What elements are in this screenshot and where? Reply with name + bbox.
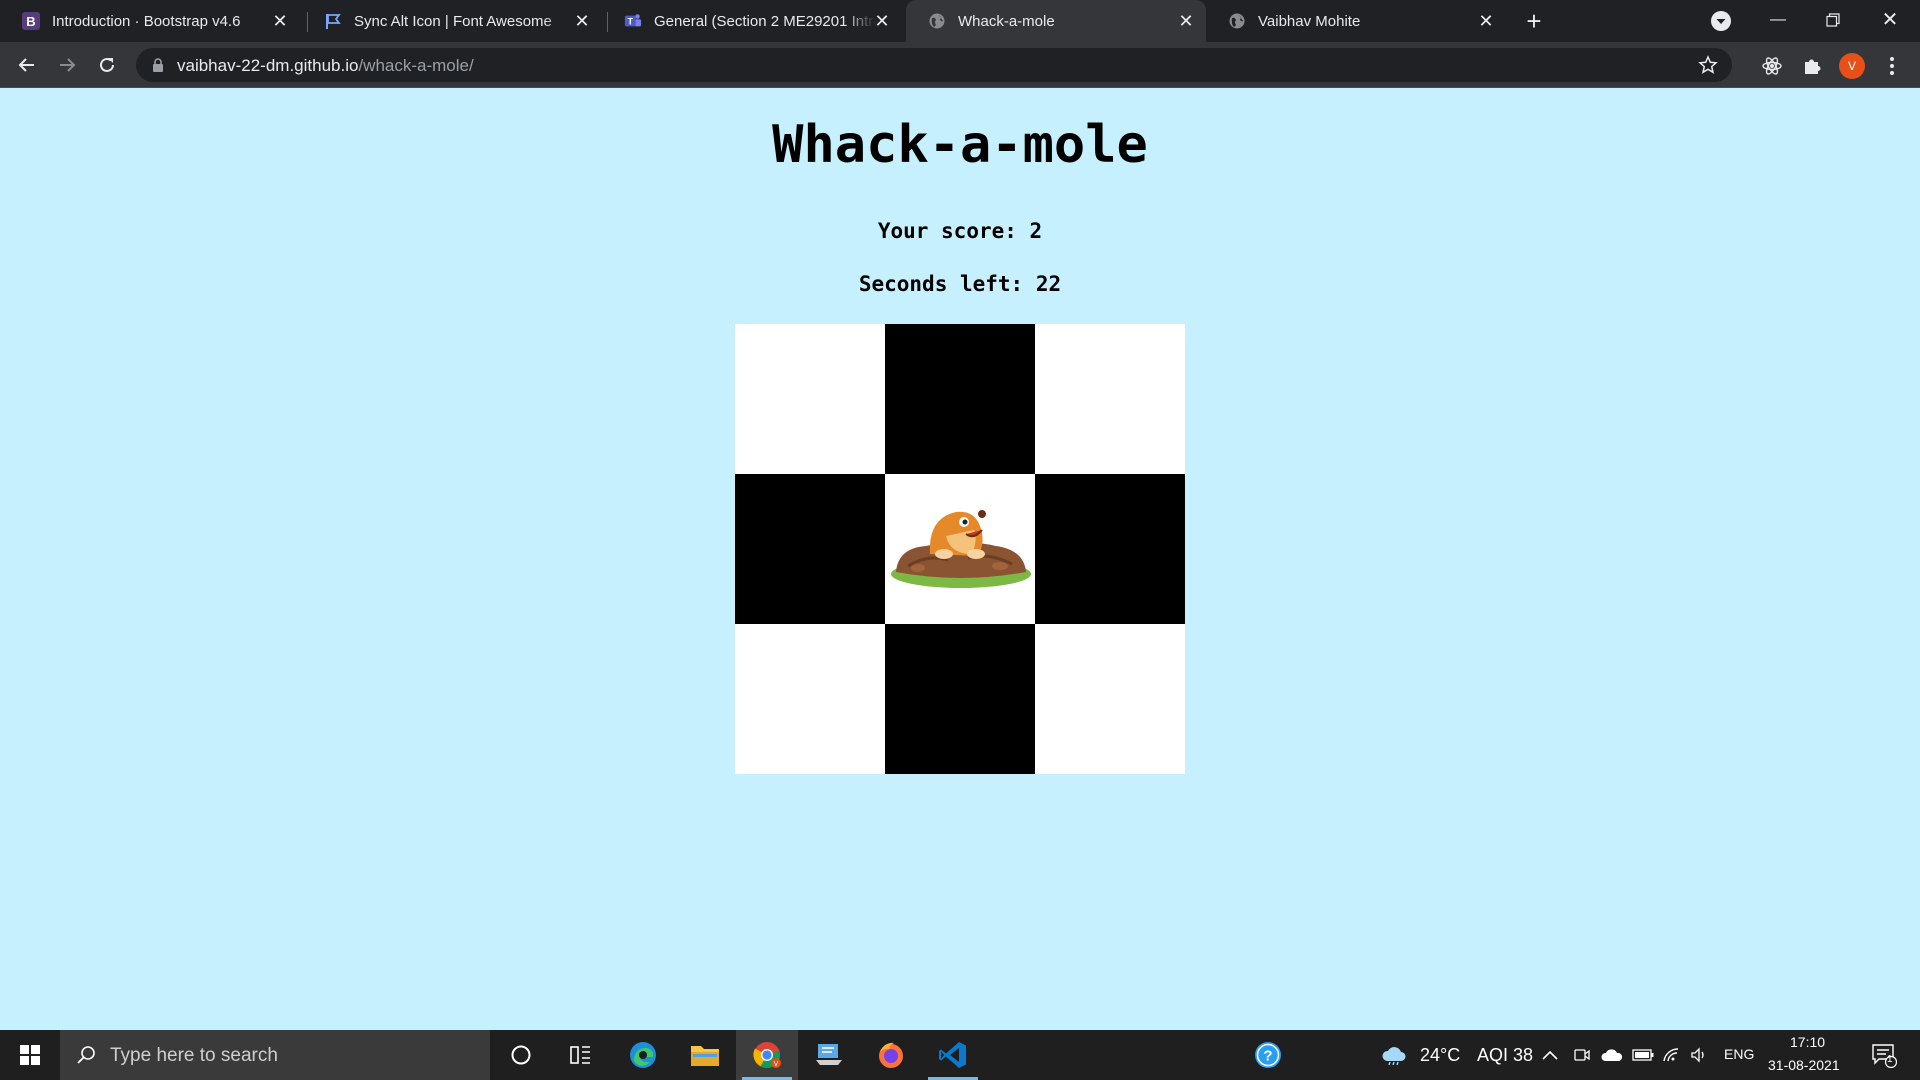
browser-toolbar: vaibhav-22-dm.github.io/whack-a-mole/: [0, 42, 1920, 88]
bootstrap-icon: B: [22, 12, 40, 30]
clock-date[interactable]: 31-08-2021: [1768, 1057, 1840, 1073]
weather-aqi[interactable]: AQI 38: [1477, 1045, 1533, 1066]
edge-icon[interactable]: [612, 1030, 674, 1080]
tab-teams[interactable]: T General (Section 2 ME29201 Intro ✕: [602, 0, 902, 42]
back-icon[interactable]: [13, 51, 41, 79]
wifi-icon[interactable]: [1661, 1045, 1681, 1065]
grid-square-9[interactable]: [1035, 624, 1185, 774]
react-devtools-icon[interactable]: [1761, 55, 1783, 77]
battery-icon[interactable]: [1631, 1045, 1655, 1065]
grid-square-2[interactable]: [885, 324, 1035, 474]
file-explorer-icon[interactable]: [674, 1030, 736, 1080]
tab-title: Vaibhav Mohite: [1258, 12, 1361, 30]
notification-count: 1: [1887, 1054, 1893, 1065]
weather-cloud-icon[interactable]: [1381, 1045, 1407, 1065]
grid-square-3[interactable]: [1035, 324, 1185, 474]
tab-title: Whack-a-mole: [958, 12, 1055, 30]
notification-icon[interactable]: 1: [1870, 1041, 1898, 1069]
new-tab-button[interactable]: +: [1520, 6, 1548, 36]
svg-text:T: T: [628, 17, 634, 27]
svg-text:V: V: [774, 1061, 779, 1068]
cortana-icon[interactable]: [490, 1030, 552, 1080]
taskbar-search-box[interactable]: Type here to search: [60, 1030, 490, 1080]
grid-square-1[interactable]: [735, 324, 885, 474]
page-content: Whack-a-mole Your score: 2 Seconds left:…: [0, 89, 1920, 1030]
meet-now-icon[interactable]: [1572, 1045, 1592, 1065]
url-host: vaibhav-22-dm.github.io: [177, 56, 359, 75]
tab-vaibhav-mohite[interactable]: Vaibhav Mohite ✕: [1206, 0, 1506, 42]
grid-square-6[interactable]: [1035, 474, 1185, 624]
firefox-icon[interactable]: [860, 1030, 922, 1080]
search-icon: [76, 1045, 96, 1065]
help-icon[interactable]: ?: [1237, 1030, 1299, 1080]
url-path: /whack-a-mole/: [358, 56, 474, 75]
close-tab-icon[interactable]: ✕: [572, 11, 592, 31]
time-left-text: Seconds left: 22: [858, 272, 1062, 296]
teams-icon: T: [624, 12, 642, 30]
font-awesome-flag-icon: [324, 12, 342, 30]
svg-text:?: ?: [1263, 1048, 1272, 1065]
tab-title: General (Section 2 ME29201 Intro: [654, 12, 876, 30]
windows-taskbar: Type here to search V ? 24°C AQI 38 ENG …: [0, 1030, 1920, 1080]
app-icon[interactable]: [798, 1030, 860, 1080]
browser-tab-strip: B Introduction · Bootstrap v4.6 ✕ Sync A…: [0, 0, 1920, 42]
reload-icon[interactable]: [93, 51, 121, 79]
weather-temperature[interactable]: 24°C: [1420, 1045, 1460, 1066]
lock-icon[interactable]: [152, 58, 164, 72]
address-bar[interactable]: vaibhav-22-dm.github.io/whack-a-mole/: [136, 48, 1732, 82]
grid-square-7[interactable]: [735, 624, 885, 774]
score-text: Your score: 2: [877, 219, 1043, 243]
tab-title: Sync Alt Icon | Font Awesome: [354, 12, 552, 30]
close-tab-icon[interactable]: ✕: [270, 11, 290, 31]
language-indicator[interactable]: ENG: [1724, 1046, 1754, 1062]
tab-title: Introduction · Bootstrap v4.6: [52, 12, 241, 30]
volume-icon[interactable]: [1689, 1045, 1709, 1065]
close-tab-icon[interactable]: ✕: [1476, 11, 1496, 31]
vscode-icon[interactable]: [922, 1030, 984, 1080]
grid-square-5-with-mole[interactable]: [885, 474, 1035, 624]
grid-square-4[interactable]: [735, 474, 885, 624]
chrome-menu-icon[interactable]: [1884, 53, 1900, 79]
tab-font-awesome[interactable]: Sync Alt Icon | Font Awesome ✕: [302, 0, 602, 42]
restore-icon[interactable]: [1813, 6, 1853, 34]
url-text[interactable]: vaibhav-22-dm.github.io/whack-a-mole/: [177, 56, 474, 76]
minimize-icon[interactable]: —: [1758, 6, 1798, 34]
svg-text:B: B: [26, 14, 35, 29]
windows-start-icon[interactable]: [0, 1030, 60, 1080]
close-tab-icon[interactable]: ✕: [1176, 11, 1196, 31]
chrome-icon[interactable]: V: [736, 1030, 798, 1080]
chevron-up-icon[interactable]: [1540, 1045, 1560, 1065]
page-title: Whack-a-mole: [772, 115, 1148, 175]
close-window-icon[interactable]: ✕: [1870, 6, 1910, 34]
extensions-puzzle-icon[interactable]: [1801, 55, 1823, 77]
globe-icon: [1228, 12, 1246, 30]
forward-icon[interactable]: [53, 51, 81, 79]
clock-time[interactable]: 17:10: [1790, 1034, 1825, 1050]
bookmark-star-icon[interactable]: [1698, 55, 1718, 75]
onedrive-icon[interactable]: [1600, 1045, 1624, 1065]
globe-icon: [928, 12, 946, 30]
tab-search-icon[interactable]: [1710, 10, 1732, 32]
grid-square-8[interactable]: [885, 624, 1035, 774]
tab-whack-a-mole[interactable]: Whack-a-mole ✕: [906, 0, 1206, 42]
tab-bootstrap[interactable]: B Introduction · Bootstrap v4.6 ✕: [0, 0, 300, 42]
game-grid: [735, 324, 1185, 774]
search-placeholder: Type here to search: [110, 1045, 278, 1066]
close-tab-icon[interactable]: ✕: [872, 11, 892, 31]
profile-avatar[interactable]: V: [1839, 53, 1865, 79]
task-view-icon[interactable]: [550, 1030, 612, 1080]
mole-icon[interactable]: [888, 496, 1033, 596]
